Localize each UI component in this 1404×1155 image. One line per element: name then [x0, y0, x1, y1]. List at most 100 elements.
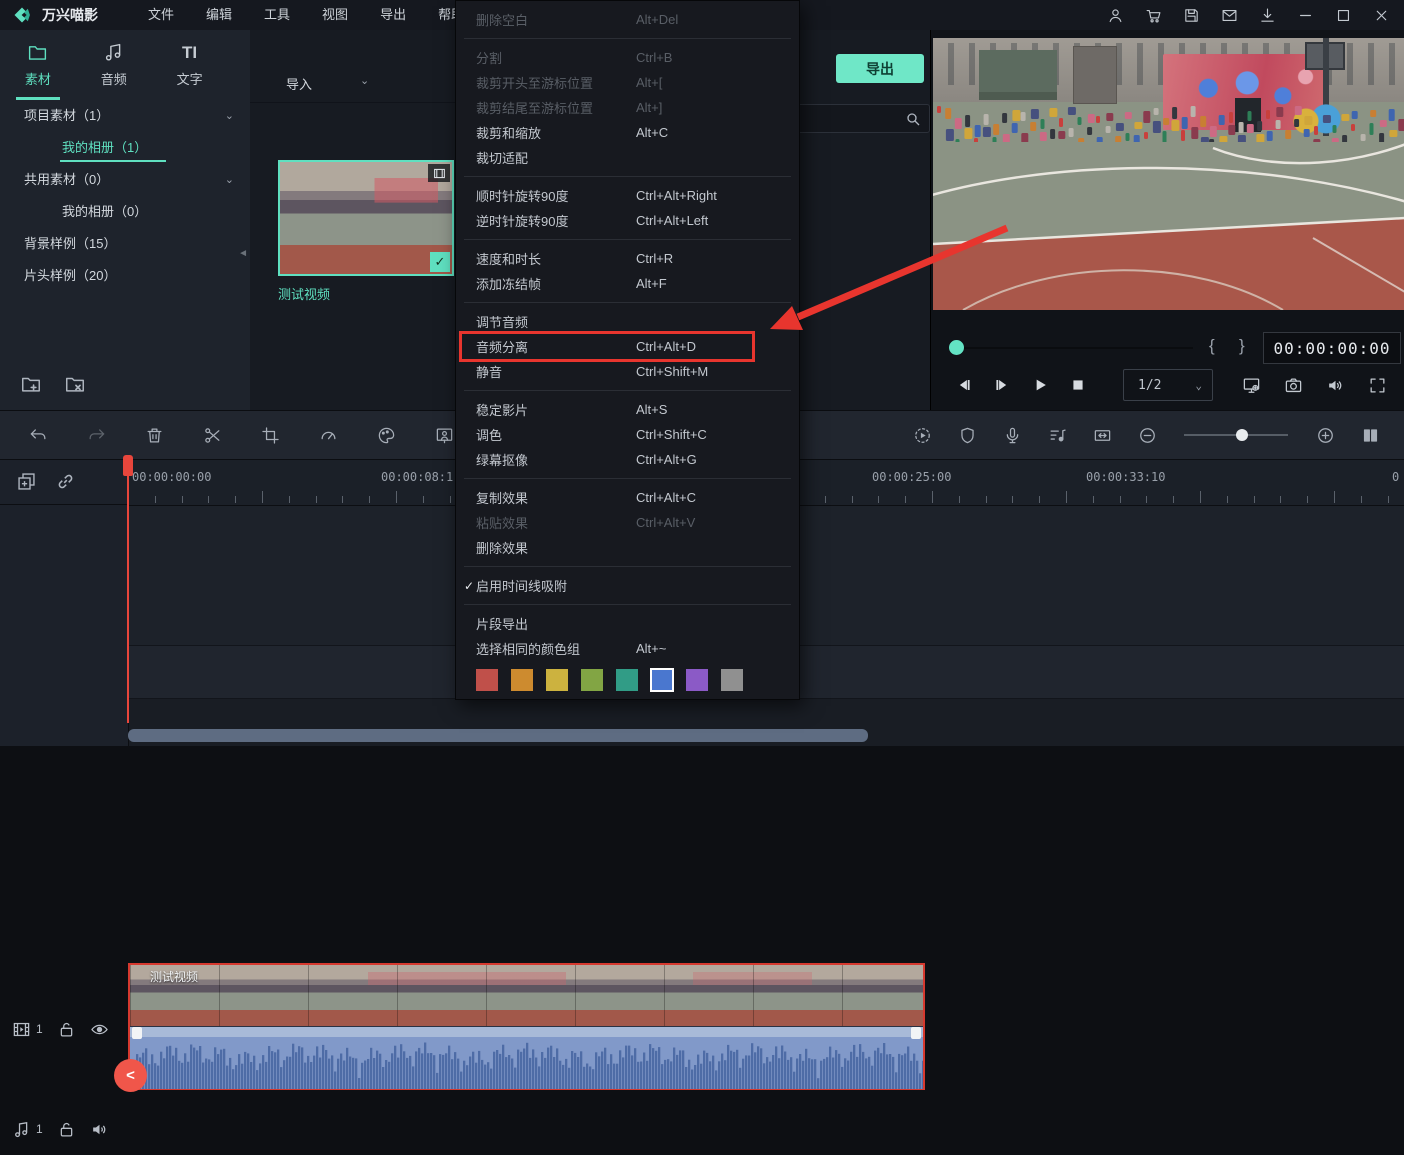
sidebar-item[interactable]: 背景样例（15） [0, 228, 250, 260]
color-swatch[interactable] [686, 669, 708, 691]
menu-item-裁剪和缩放[interactable]: 裁剪和缩放Alt+C [456, 120, 799, 145]
menubar-item-视图[interactable]: 视图 [306, 0, 364, 30]
color-swatch[interactable] [651, 669, 673, 691]
fade-handle-left[interactable] [132, 1027, 142, 1039]
fit-timeline-button[interactable] [1090, 423, 1114, 447]
add-track-icon[interactable] [16, 471, 37, 492]
color-palette-button[interactable] [374, 423, 398, 447]
trim-handle[interactable]: < [114, 1059, 147, 1092]
menu-item-静音[interactable]: 静音Ctrl+Shift+M [456, 359, 799, 384]
zoom-in-button[interactable] [1313, 423, 1337, 447]
preview-video[interactable] [933, 38, 1404, 310]
speaker-icon[interactable] [90, 1120, 109, 1139]
speaker-button[interactable] [1319, 369, 1351, 401]
export-button[interactable]: 导出 [836, 54, 924, 83]
menubar-item-文件[interactable]: 文件 [132, 0, 190, 30]
sidebar-item[interactable]: 我的相册（0） [0, 196, 250, 228]
menu-item-启用时间线吸附[interactable]: ✓启用时间线吸附 [456, 573, 799, 598]
sidebar-item[interactable]: 共用素材（0）⌄ [0, 164, 250, 196]
play-button[interactable] [1021, 368, 1059, 402]
menu-item-绿幕抠像[interactable]: 绿幕抠像Ctrl+Alt+G [456, 447, 799, 472]
menu-item-选择相同的颜色组[interactable]: 选择相同的颜色组Alt+~ [456, 636, 799, 661]
tab-音频[interactable]: 音频 [76, 30, 152, 100]
render-frame-button[interactable] [432, 423, 456, 447]
lock-open-icon[interactable] [57, 1020, 76, 1039]
menu-item-删除效果[interactable]: 删除效果 [456, 535, 799, 560]
sidebar-collapse-arrow[interactable]: ◄ [238, 248, 248, 259]
sidebar-item[interactable]: 我的相册（1） [0, 132, 250, 164]
menubar-item-编辑[interactable]: 编辑 [190, 0, 248, 30]
split-view-button[interactable] [1358, 423, 1382, 447]
prev-frame-button[interactable] [945, 368, 983, 402]
menu-item-片段导出[interactable]: 片段导出 [456, 611, 799, 636]
add-folder-button[interactable] [20, 373, 42, 400]
mark-out-icon[interactable]: } [1239, 336, 1245, 356]
color-swatch[interactable] [721, 669, 743, 691]
menu-item-逆时针旋转90度[interactable]: 逆时针旋转90度Ctrl+Alt+Left [456, 208, 799, 233]
fullscreen-button[interactable] [1361, 369, 1393, 401]
menubar-item-导出[interactable]: 导出 [364, 0, 422, 30]
timeline-zoom-slider[interactable] [1184, 434, 1288, 436]
marker-button[interactable] [955, 423, 979, 447]
lock-open-icon[interactable] [57, 1120, 76, 1139]
tab-素材[interactable]: 素材 [0, 30, 76, 100]
menu-item-调色[interactable]: 调色Ctrl+Shift+C [456, 422, 799, 447]
cart-button[interactable] [1138, 2, 1168, 28]
menu-item-顺时针旋转90度[interactable]: 顺时针旋转90度Ctrl+Alt+Right [456, 183, 799, 208]
chevron-down-icon[interactable]: ⌄ [360, 74, 369, 87]
minimize-button[interactable] [1290, 2, 1320, 28]
next-frame-button[interactable] [983, 368, 1021, 402]
tab-文字[interactable]: TI文字 [152, 30, 228, 100]
sidebar-item[interactable]: 项目素材（1）⌄ [0, 100, 250, 132]
render-play-button[interactable] [910, 423, 934, 447]
menu-item-速度和时长[interactable]: 速度和时长Ctrl+R [456, 246, 799, 271]
search-icon[interactable] [905, 111, 921, 127]
fade-handle-right[interactable] [911, 1027, 921, 1039]
delete-button[interactable] [142, 423, 166, 447]
audio-mixer-button[interactable] [1045, 423, 1069, 447]
video-track-header[interactable]: 1 [0, 963, 127, 1095]
remove-folder-button[interactable] [64, 373, 86, 400]
undo-button[interactable] [26, 423, 50, 447]
redo-button[interactable] [84, 423, 108, 447]
menu-item-裁切适配[interactable]: 裁切适配 [456, 145, 799, 170]
link-icon[interactable] [55, 471, 76, 492]
close-button[interactable] [1366, 2, 1396, 28]
menu-item-复制效果[interactable]: 复制效果Ctrl+Alt+C [456, 485, 799, 510]
visibility-icon[interactable] [90, 1020, 109, 1039]
chevron-down-icon[interactable]: ⌄ [225, 100, 234, 132]
sidebar-item[interactable]: 片头样例（20） [0, 260, 250, 292]
import-button[interactable]: 导入 [286, 74, 312, 93]
scrubber-handle[interactable] [949, 340, 964, 355]
zoom-slider-knob[interactable] [1236, 429, 1248, 441]
mark-in-icon[interactable]: { [1209, 336, 1215, 356]
record-voiceover-button[interactable] [1000, 423, 1024, 447]
color-swatch[interactable] [511, 669, 533, 691]
color-swatch[interactable] [581, 669, 603, 691]
download-button[interactable] [1252, 2, 1282, 28]
speed-button[interactable] [316, 423, 340, 447]
crop-button[interactable] [258, 423, 282, 447]
menu-item-音频分离[interactable]: 音频分离Ctrl+Alt+D [456, 334, 799, 359]
zoom-out-button[interactable] [1135, 423, 1159, 447]
user-button[interactable] [1100, 2, 1130, 28]
horizontal-scrollbar[interactable] [128, 729, 868, 742]
display-settings-button[interactable] [1235, 369, 1267, 401]
scissors-button[interactable] [200, 423, 224, 447]
save-button[interactable] [1176, 2, 1206, 28]
color-swatch[interactable] [616, 669, 638, 691]
snapshot-button[interactable] [1277, 369, 1309, 401]
menubar-item-工具[interactable]: 工具 [248, 0, 306, 30]
timeline-clip[interactable]: 测试视频 < [128, 963, 925, 1090]
menu-item-添加冻结帧[interactable]: 添加冻结帧Alt+F [456, 271, 799, 296]
mail-button[interactable] [1214, 2, 1244, 28]
media-thumbnail[interactable]: ✓ [278, 160, 454, 276]
menu-item-稳定影片[interactable]: 稳定影片Alt+S [456, 397, 799, 422]
color-swatch[interactable] [476, 669, 498, 691]
menu-item-调节音频[interactable]: 调节音频 [456, 309, 799, 334]
audio-track-header[interactable]: 1 [0, 1103, 127, 1155]
preview-zoom-select[interactable]: 1/2 ⌄ [1123, 369, 1213, 401]
maximize-button[interactable] [1328, 2, 1358, 28]
chevron-down-icon[interactable]: ⌄ [225, 164, 234, 196]
color-swatch[interactable] [546, 669, 568, 691]
